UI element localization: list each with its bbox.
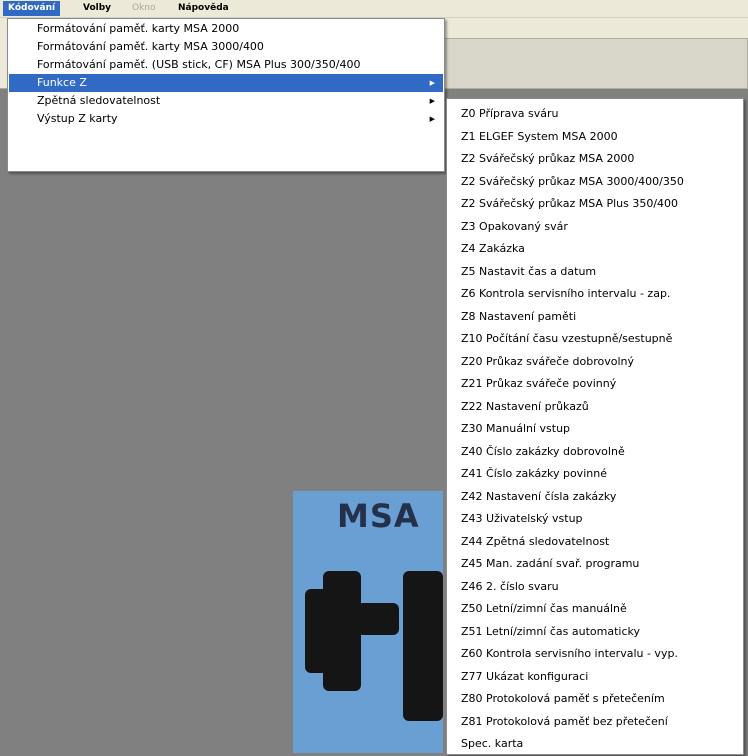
submenu-item-label: Z50 Letní/zimní čas manuálně [461,602,627,615]
menu-item-label: Formátování paměť. karty MSA 2000 [37,22,240,35]
menu-item-label: Funkce Z [37,76,87,89]
submenu-item-label: Spec. karta [461,737,524,750]
kodovani-dropdown: Formátování paměť. karty MSA 2000 Formát… [7,18,445,172]
submenu-item-label: Z22 Nastavení průkazů [461,399,589,413]
submenu-item[interactable]: Z21 Průkaz svářeče povinný [448,373,742,396]
pipe-fitting-side [305,589,329,673]
submenu-item[interactable]: Z40 Číslo zakázky dobrovolně [448,441,742,464]
submenu-item[interactable]: Z10 Počítání času vzestupně/sestupně [448,328,742,351]
product-image: MSA [293,491,443,753]
submenu-item[interactable]: Z2 Svářečský průkaz MSA 2000 [448,148,742,171]
submenu-item[interactable]: Z8 Nastavení paměti [448,306,742,329]
submenu-item-label: Z30 Manuální vstup [461,422,571,435]
submenu-arrow-icon: ▶ [429,79,435,87]
menu-kodovani[interactable]: Kódování [3,1,61,16]
pipe-fitting-branch [357,603,399,635]
submenu-item-label: Z77 Ukázat konfiguraci [461,669,589,683]
submenu-item[interactable]: Z44 Zpětná sledovatelnost [448,531,742,554]
submenu-item-label: Z42 Nastavení čísla zakázky [461,489,617,503]
menu-okno[interactable]: Okno [127,1,161,16]
submenu-item-label: Z80 Protokolová paměť s přetečením [461,692,665,705]
submenu-item-label: Z81 Protokolová paměť bez přetečení [461,714,668,728]
menu-item-format-usb[interactable]: Formátování paměť. (USB stick, CF) MSA P… [9,56,443,74]
submenu-item[interactable]: Z2 Svářečský průkaz MSA Plus 350/400 [448,193,742,216]
menu-item-format-msa3000[interactable]: Formátování paměť. karty MSA 3000/400 [9,38,443,56]
submenu-item[interactable]: Z81 Protokolová paměť bez přetečení [448,711,742,734]
submenu-item-label: Z43 Uživatelský vstup [461,512,583,525]
submenu-item-label: Z5 Nastavit čas a datum [461,264,597,278]
product-image-title: MSA [337,497,420,535]
menu-item-label: Výstup Z karty [37,112,118,125]
submenu-item[interactable]: Z77 Ukázat konfiguraci [448,666,742,689]
menu-volby[interactable]: Volby [78,1,116,16]
submenu-item[interactable]: Z4 Zakázka [448,238,742,261]
submenu-item-label: Z41 Číslo zakázky povinné [461,467,607,480]
submenu-item[interactable]: Z2 Svářečský průkaz MSA 3000/400/350 [448,171,742,194]
menu-item-label: Zpětná sledovatelnost [37,94,161,107]
menu-item-funkce-z[interactable]: Funkce Z ▶ [9,74,443,92]
submenu-item[interactable]: Z20 Průkaz svářeče dobrovolný [448,351,742,374]
submenu-item-label: Z21 Průkaz svářeče povinný [461,377,617,390]
pipe-fitting-right [403,571,443,721]
submenu-item[interactable]: Spec. karta [448,733,742,756]
submenu-item-label: Z0 Příprava sváru [461,107,559,120]
submenu-item[interactable]: Z42 Nastavení čísla zakázky [448,486,742,509]
submenu-item[interactable]: Z3 Opakovaný svár [448,216,742,239]
submenu-item[interactable]: Z80 Protokolová paměť s přetečením [448,688,742,711]
menu-item-label: Formátování paměť. (USB stick, CF) MSA P… [37,58,361,71]
submenu-item-label: Z8 Nastavení paměti [461,309,577,323]
menu-napoveda[interactable]: Nápověda [173,1,234,16]
toolbar-panel [444,38,748,89]
submenu-item-label: Z2 Svářečský průkaz MSA Plus 350/400 [461,197,679,210]
submenu-item-label: Z40 Číslo zakázky dobrovolně [461,444,625,458]
menu-bar: Kódování Volby Okno Nápověda [0,0,748,18]
submenu-arrow-icon: ▶ [429,115,435,123]
submenu-arrow-icon: ▶ [429,97,435,105]
submenu-item-label: Z20 Průkaz svářeče dobrovolný [461,354,634,368]
menu-item-label: Formátování paměť. karty MSA 3000/400 [37,40,264,53]
menu-item-format-msa2000[interactable]: Formátování paměť. karty MSA 2000 [9,20,443,38]
submenu-item-label: Z2 Svářečský průkaz MSA 2000 [461,152,635,165]
submenu-item-label: Z10 Počítání času vzestupně/sestupně [461,332,673,345]
submenu-item[interactable]: Z1 ELGEF System MSA 2000 [448,126,742,149]
submenu-item-label: Z46 2. číslo svaru [461,579,559,593]
submenu-item-label: Z60 Kontrola servisního intervalu - vyp. [461,647,678,660]
submenu-item[interactable]: Z51 Letní/zimní čas automaticky [448,621,742,644]
submenu-item[interactable]: Z0 Příprava sváru [448,103,742,126]
menu-item-zpetna-sledovatelnost[interactable]: Zpětná sledovatelnost ▶ [9,92,443,110]
submenu-item[interactable]: Z6 Kontrola servisního intervalu - zap. [448,283,742,306]
submenu-item[interactable]: Z41 Číslo zakázky povinné [448,463,742,486]
submenu-item-label: Z2 Svářečský průkaz MSA 3000/400/350 [461,174,684,188]
submenu-item[interactable]: Z50 Letní/zimní čas manuálně [448,598,742,621]
submenu-item[interactable]: Z5 Nastavit čas a datum [448,261,742,284]
submenu-item-label: Z45 Man. zadání svař. programu [461,557,640,570]
submenu-item[interactable]: Z43 Uživatelský vstup [448,508,742,531]
submenu-item[interactable]: Z22 Nastavení průkazů [448,396,742,419]
submenu-item-label: Z4 Zakázka [461,242,525,255]
submenu-item-label: Z44 Zpětná sledovatelnost [461,534,610,548]
submenu-item[interactable]: Z60 Kontrola servisního intervalu - vyp. [448,643,742,666]
submenu-item-label: Z6 Kontrola servisního intervalu - zap. [461,287,671,300]
submenu-item-label: Z1 ELGEF System MSA 2000 [461,129,618,143]
menu-item-vystup-z-karty[interactable]: Výstup Z karty ▶ [9,110,443,128]
submenu-item-label: Z51 Letní/zimní čas automaticky [461,624,640,638]
funkce-z-submenu: Z0 Příprava sváru Z1 ELGEF System MSA 200… [446,98,744,755]
submenu-item[interactable]: Z30 Manuální vstup [448,418,742,441]
submenu-item[interactable]: Z46 2. číslo svaru [448,576,742,599]
submenu-item-label: Z3 Opakovaný svár [461,219,568,233]
submenu-item[interactable]: Z45 Man. zadání svař. programu [448,553,742,576]
